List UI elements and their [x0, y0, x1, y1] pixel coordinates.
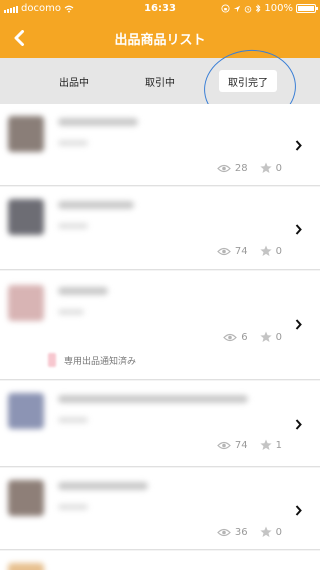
view-count: 28: [217, 163, 248, 174]
chevron-right-icon: [292, 417, 304, 431]
eye-icon: [217, 528, 231, 536]
item-price-blurred: [58, 417, 88, 423]
view-count-value: 74: [234, 439, 248, 451]
list-item[interactable]: [0, 551, 320, 570]
tab-bar: 出品中 取引中 取引完了: [0, 58, 320, 104]
location-icon: [234, 5, 241, 12]
item-price-blurred: [58, 140, 88, 146]
star-icon: [260, 526, 272, 537]
chevron-right-icon: [292, 503, 304, 517]
battery-percent: 100%: [264, 3, 293, 14]
like-count-value: 0: [275, 162, 282, 174]
tab-in-progress[interactable]: 取引中: [132, 70, 188, 92]
list-item[interactable]: 6 0 専用出品通知済み: [0, 271, 320, 380]
item-thumbnail: [8, 116, 44, 152]
view-count-value: 28: [234, 162, 248, 174]
item-price-blurred: [58, 223, 88, 229]
header-bar: 出品商品リスト: [0, 18, 320, 58]
item-stats: 36 0: [217, 526, 282, 538]
item-title-blurred: [58, 287, 108, 295]
item-thumbnail: [8, 563, 44, 570]
list-item[interactable]: 74 0: [0, 187, 320, 270]
item-stats: 74 0: [217, 245, 282, 257]
item-stats: 28 0: [217, 162, 282, 174]
like-count: 0: [260, 162, 282, 174]
list-item[interactable]: 74 1: [0, 381, 320, 467]
view-count-value: 74: [234, 245, 248, 257]
view-count: 74: [217, 246, 248, 257]
item-thumbnail: [8, 480, 44, 516]
item-stats: 6 0: [223, 331, 282, 343]
list-item[interactable]: 28 0: [0, 104, 320, 186]
item-price-blurred: [58, 309, 84, 315]
status-bar: docomo 16:33 100%: [0, 0, 320, 18]
chevron-right-icon: [292, 317, 304, 331]
bluetooth-icon: [256, 4, 261, 13]
like-count: 0: [260, 331, 282, 343]
notice-row: 専用出品通知済み: [48, 353, 136, 367]
like-count-value: 0: [275, 331, 282, 343]
eye-icon: [217, 164, 231, 172]
item-title-blurred: [58, 118, 138, 126]
item-title-blurred: [58, 395, 248, 403]
view-count: 36: [217, 527, 248, 538]
chevron-right-icon: [292, 138, 304, 152]
battery-icon: [296, 4, 318, 13]
eye-icon: [217, 247, 231, 255]
view-count: 6: [223, 331, 248, 343]
chevron-right-icon: [292, 222, 304, 236]
item-stats: 74 1: [217, 439, 282, 451]
page-title: 出品商品リスト: [114, 33, 206, 48]
item-thumbnail: [8, 393, 44, 429]
alarm-icon: [245, 5, 252, 13]
view-count: 74: [217, 440, 248, 451]
star-icon: [260, 439, 272, 450]
like-count-value: 1: [275, 439, 282, 451]
star-icon: [260, 162, 272, 173]
item-thumbnail: [8, 199, 44, 235]
tab-listing[interactable]: 出品中: [46, 70, 102, 92]
star-icon: [260, 331, 272, 342]
eye-icon: [217, 441, 231, 449]
item-thumbnail: [8, 285, 44, 321]
like-count: 0: [260, 245, 282, 257]
notice-marker: [48, 353, 56, 367]
eye-icon: [223, 333, 238, 341]
lock-rotation-icon: [221, 4, 230, 13]
view-count-value: 36: [234, 526, 248, 538]
star-icon: [260, 245, 272, 256]
item-title-blurred: [58, 482, 148, 490]
tab-completed[interactable]: 取引完了: [219, 70, 277, 92]
list-item[interactable]: 36 0: [0, 468, 320, 550]
like-count-value: 0: [275, 526, 282, 538]
like-count-value: 0: [275, 245, 282, 257]
status-right: 100%: [221, 3, 318, 14]
item-title-blurred: [58, 201, 134, 209]
view-count-value: 6: [241, 331, 248, 343]
item-price-blurred: [58, 504, 88, 510]
like-count: 1: [260, 439, 282, 451]
notice-text: 専用出品通知済み: [64, 356, 137, 367]
like-count: 0: [260, 526, 282, 538]
